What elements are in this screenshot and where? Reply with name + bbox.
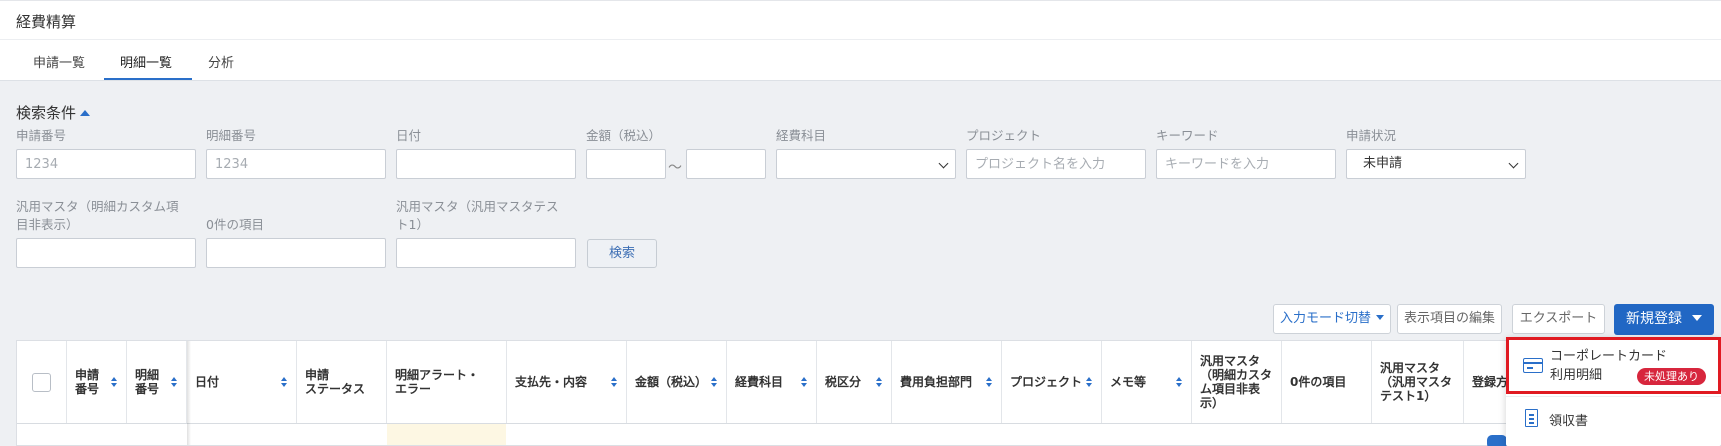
menu-divider	[1506, 396, 1721, 397]
chevron-up-icon	[80, 110, 91, 116]
search-conditions-heading: 検索条件	[16, 104, 77, 122]
sort-icon[interactable]	[611, 377, 618, 388]
chevron-down-icon	[938, 158, 949, 169]
expense-item-select[interactable]	[776, 149, 956, 179]
amount-label: 金額（税込）	[586, 128, 662, 143]
caret-down-icon	[1692, 315, 1702, 321]
unprocessed-badge: 未処理あり	[1637, 368, 1706, 385]
search-conditions-toggle[interactable]: 検索条件	[16, 102, 91, 123]
menu-item-corporate-card[interactable]: コーポレートカード 利用明細 未処理あり	[1506, 337, 1721, 394]
export-button[interactable]: エクスポート	[1512, 304, 1605, 334]
column-header-tax-category[interactable]: 税区分	[817, 341, 892, 423]
date-label: 日付	[396, 128, 422, 143]
date-input[interactable]	[396, 149, 576, 179]
column-header-expense-item[interactable]: 経費科目	[727, 341, 817, 423]
column-header-payee[interactable]: 支払先・内容	[507, 341, 627, 423]
menu-item-receipt[interactable]: 領収書	[1506, 399, 1721, 439]
sort-icon[interactable]	[111, 377, 118, 388]
active-tab-indicator	[104, 78, 192, 80]
receipt-label: 領収書	[1549, 414, 1589, 429]
credit-card-icon	[1523, 358, 1543, 373]
app-title: 経費精算	[16, 13, 77, 31]
sort-icon[interactable]	[1086, 377, 1093, 388]
alert-cell	[387, 424, 506, 445]
corporate-card-label: コーポレートカード	[1550, 349, 1668, 364]
sort-icon[interactable]	[281, 377, 288, 388]
generic-master-hidden-input[interactable]	[16, 238, 196, 268]
header-divider	[17, 423, 1720, 424]
column-header-application-number[interactable]: 申請 番号	[67, 341, 127, 423]
detail-number-label: 明細番号	[206, 128, 257, 143]
tab-analysis[interactable]: 分析	[208, 52, 234, 71]
registration-method-icon	[1487, 435, 1507, 446]
zero-items-label: 0件の項目	[206, 217, 264, 232]
generic-master-test-label: 汎用マスタ（汎用マスタテス ト1）	[396, 199, 559, 232]
caret-down-icon	[1376, 315, 1384, 320]
new-registration-button[interactable]: 新規登録	[1614, 304, 1714, 335]
frozen-column-shadow	[187, 341, 191, 445]
project-input[interactable]	[966, 149, 1146, 179]
sort-icon[interactable]	[1176, 377, 1183, 388]
select-all-column	[17, 341, 67, 423]
tab-application-list[interactable]: 申請一覧	[33, 52, 85, 71]
amount-range-separator: ～	[668, 160, 682, 176]
select-all-checkbox[interactable]	[32, 373, 51, 392]
input-mode-toggle-button[interactable]: 入力モード切替	[1273, 304, 1391, 334]
detail-table: 申請 番号 明細 番号 日付 申請 ステータス 明細アラート・ エラー 支払先・内容 金…	[16, 340, 1721, 446]
sort-icon[interactable]	[986, 377, 993, 388]
column-header-cost-department[interactable]: 費用負担部門	[892, 341, 1002, 423]
column-header-application-status: 申請 ステータス	[297, 341, 387, 423]
sort-icon[interactable]	[876, 377, 883, 388]
application-status-select[interactable]: 未申請	[1346, 149, 1526, 179]
keyword-input[interactable]	[1156, 149, 1336, 179]
amount-min-input[interactable]	[586, 149, 666, 179]
column-header-generic-master-test: 汎用マスタ （汎用マスタ テスト1）	[1372, 341, 1464, 423]
app-header: 経費精算	[0, 0, 1721, 40]
tab-bar: 申請一覧 明細一覧 分析	[0, 40, 1721, 81]
keyword-label: キーワード	[1156, 128, 1219, 143]
column-header-project[interactable]: プロジェクト	[1002, 341, 1102, 423]
column-header-detail-alert: 明細アラート・ エラー	[387, 341, 507, 423]
new-registration-menu: コーポレートカード 利用明細 未処理あり 領収書	[1506, 337, 1721, 446]
column-header-zero-items: 0件の項目	[1282, 341, 1372, 423]
expense-item-label: 経費科目	[776, 128, 827, 143]
sort-icon[interactable]	[801, 377, 808, 388]
project-label: プロジェクト	[966, 128, 1042, 143]
tab-detail-list[interactable]: 明細一覧	[120, 52, 172, 71]
amount-max-input[interactable]	[686, 149, 766, 179]
detail-number-input[interactable]	[206, 149, 386, 179]
application-status-label: 申請状況	[1346, 128, 1397, 143]
sort-icon[interactable]	[171, 377, 178, 388]
application-number-label: 申請番号	[16, 128, 67, 143]
receipt-icon	[1525, 409, 1538, 427]
sort-icon[interactable]	[711, 377, 718, 388]
application-status-value: 未申請	[1363, 156, 1403, 171]
zero-items-input[interactable]	[206, 238, 386, 268]
column-header-detail-number[interactable]: 明細 番号	[127, 341, 187, 423]
column-header-memo[interactable]: メモ等	[1102, 341, 1192, 423]
column-header-generic-master-hidden: 汎用マスタ （明細カスタ ム項目非表 示）	[1192, 341, 1282, 423]
application-number-input[interactable]	[16, 149, 196, 179]
chevron-down-icon	[1508, 158, 1519, 169]
generic-master-hidden-label: 汎用マスタ（明細カスタム項 目非表示）	[16, 199, 179, 232]
column-header-amount[interactable]: 金額（税込）	[627, 341, 727, 423]
column-header-date[interactable]: 日付	[187, 341, 297, 423]
search-button[interactable]: 検索	[587, 239, 657, 268]
generic-master-test-input[interactable]	[396, 238, 576, 268]
edit-columns-button[interactable]: 表示項目の編集	[1397, 304, 1502, 334]
